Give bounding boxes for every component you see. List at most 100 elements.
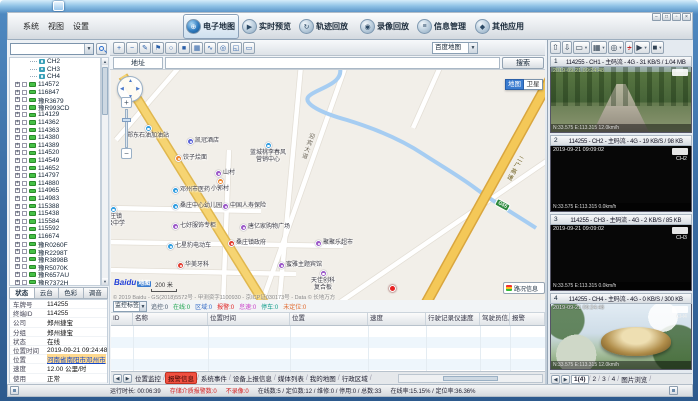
device-checkbox[interactable]: [22, 280, 27, 285]
status-panel-right-icon[interactable]: [669, 386, 678, 395]
tree-device-item[interactable]: +豫R7372H: [10, 278, 100, 286]
map-search-button[interactable]: 搜索: [502, 57, 544, 69]
chevron-down-icon[interactable]: ▼: [139, 302, 146, 311]
device-checkbox[interactable]: [22, 226, 27, 231]
device-checkbox[interactable]: [22, 128, 27, 133]
device-checkbox[interactable]: [22, 257, 27, 262]
device-search-combo[interactable]: ▼: [10, 43, 94, 55]
map-poi[interactable]: 饺子烩面: [175, 155, 207, 162]
monitor-tab-3[interactable]: 系统事件: [199, 373, 229, 383]
map-poi[interactable]: 唐亿家购物广场: [240, 224, 290, 231]
map-poi[interactable]: 中国人寿保险: [222, 203, 266, 210]
tree-device-item[interactable]: +114389: [10, 142, 100, 150]
expander-icon[interactable]: +: [15, 280, 20, 285]
video-tabs-left-icon[interactable]: ◀: [551, 375, 560, 384]
tree-device-item[interactable]: +114983: [10, 195, 100, 203]
expander-icon[interactable]: +: [15, 158, 20, 163]
expander-icon[interactable]: +: [15, 219, 20, 224]
monitor-tab-2[interactable]: 报警信息: [165, 372, 197, 384]
monitor-tab-5[interactable]: 媒体列表: [276, 373, 306, 383]
scrollbar-thumb[interactable]: [102, 67, 108, 115]
chevron-down-icon[interactable]: ▼: [468, 43, 477, 53]
expander-icon[interactable]: +: [15, 204, 20, 209]
device-checkbox[interactable]: [22, 249, 27, 254]
status-panel-icon[interactable]: [10, 386, 19, 395]
map-zoom-out-button[interactable]: −: [121, 148, 132, 159]
expander-icon[interactable]: +: [15, 97, 20, 102]
device-search-button[interactable]: [96, 43, 107, 55]
scroll-up-icon[interactable]: ▲: [102, 58, 108, 65]
column-header[interactable]: 位置时间: [208, 313, 290, 325]
column-header[interactable]: 名称: [133, 313, 208, 325]
tabs-scroll-right-icon[interactable]: ▶: [123, 374, 132, 383]
zoom-track[interactable]: [125, 109, 128, 148]
expander-icon[interactable]: +: [15, 211, 20, 216]
video-tab-5[interactable]: 图片浏览: [619, 374, 649, 384]
expander-icon[interactable]: +: [15, 234, 20, 239]
map-poi[interactable]: 七星豹电动车: [167, 243, 211, 250]
mute-button[interactable]: ♪: [625, 41, 633, 54]
video-frame[interactable]: 2019-09-21 09:09:02CH2N:33.575 E:113.315…: [550, 146, 692, 212]
expander-icon[interactable]: +: [15, 272, 20, 277]
map-type-map[interactable]: 地图: [505, 79, 524, 90]
video-tab-3[interactable]: 3: [600, 376, 608, 383]
monitor-tag-select[interactable]: 监控标签 ▼: [113, 301, 147, 312]
expander-icon[interactable]: +: [15, 166, 20, 171]
tab-video-playback[interactable]: ◉录像回放: [358, 14, 414, 39]
device-checkbox[interactable]: [22, 120, 27, 125]
traffic-info-button[interactable]: 路况信息: [503, 282, 545, 294]
device-info-tab-2[interactable]: 云台: [35, 287, 60, 299]
device-checkbox[interactable]: [22, 196, 27, 201]
expander-icon[interactable]: +: [15, 188, 20, 193]
device-tree-scrollbar[interactable]: ▲ ▼: [101, 57, 109, 286]
stop-button[interactable]: ■▼: [651, 41, 665, 54]
expander-icon[interactable]: +: [15, 82, 20, 87]
tree-device-item[interactable]: +114572: [10, 81, 100, 89]
tree-device-item[interactable]: +114652: [10, 164, 100, 172]
chevron-down-icon[interactable]: ▼: [618, 45, 622, 50]
video-tabs-right-icon[interactable]: ▶: [561, 375, 570, 384]
expander-icon[interactable]: +: [15, 173, 20, 178]
horizontal-scrollbar[interactable]: [398, 374, 543, 383]
message-button[interactable]: ▭: [243, 42, 255, 54]
close-button[interactable]: ×: [682, 13, 691, 21]
maximize-button[interactable]: ▫: [672, 13, 681, 21]
measure-tool-button[interactable]: ◎: [217, 42, 229, 54]
listen-button[interactable]: ⇩: [562, 41, 573, 54]
column-header[interactable]: 位置: [290, 313, 368, 325]
layout-button[interactable]: ▦▼: [591, 41, 608, 54]
pan-west-icon[interactable]: ◀: [120, 86, 124, 92]
map-canvas[interactable]: ▲ ▼ ◀ ▶ + − 地图 卫星 迎宾大道 二广高速 G55 Baidu地图 …: [111, 70, 546, 300]
expander-icon[interactable]: +: [15, 105, 20, 110]
play-button[interactable]: ▶▼: [634, 41, 649, 54]
tree-channel-item[interactable]: CH2: [10, 58, 100, 66]
map-poi[interactable]: 天佳创科 复合板: [311, 270, 335, 291]
map-poi[interactable]: 邓州市医药: [172, 187, 210, 194]
menu-item-3[interactable]: 设置: [73, 21, 89, 32]
map-poi[interactable]: 桑庄中心幼儿园: [172, 203, 222, 210]
device-checkbox[interactable]: [22, 112, 27, 117]
tree-device-item[interactable]: +114797: [10, 172, 100, 180]
tab-track-playback[interactable]: ↻轨迹回放: [297, 14, 353, 39]
video-frame[interactable]: 2019-09-21 09:24:48N:33.575 E:113.315 12…: [550, 67, 692, 133]
expander-icon[interactable]: +: [15, 181, 20, 186]
polygon-tool-button[interactable]: ▦: [191, 42, 203, 54]
address-input[interactable]: [165, 57, 500, 69]
device-checkbox[interactable]: [22, 105, 27, 110]
column-header[interactable]: 驾驶员信息: [480, 313, 510, 325]
device-info-tab-4[interactable]: 调音: [84, 287, 109, 299]
split-screen-button[interactable]: ▭▼: [573, 41, 590, 54]
device-checkbox[interactable]: [22, 204, 27, 209]
device-checkbox[interactable]: [22, 158, 27, 163]
tab-electronic-map[interactable]: ⊕电子地图: [183, 14, 239, 39]
tree-channel-item[interactable]: CH4: [10, 73, 100, 81]
video-tab-2[interactable]: 2: [591, 376, 599, 383]
tree-device-item[interactable]: +115592: [10, 225, 100, 233]
snapshot-button[interactable]: ◎▼: [608, 41, 624, 54]
chevron-down-icon[interactable]: ▼: [644, 45, 648, 50]
device-checkbox[interactable]: [22, 97, 27, 102]
tree-device-item[interactable]: +114965: [10, 187, 100, 195]
chevron-down-icon[interactable]: ▼: [584, 45, 588, 50]
expander-icon[interactable]: +: [15, 112, 20, 117]
tabs-scroll-left-icon[interactable]: ◀: [113, 374, 122, 383]
